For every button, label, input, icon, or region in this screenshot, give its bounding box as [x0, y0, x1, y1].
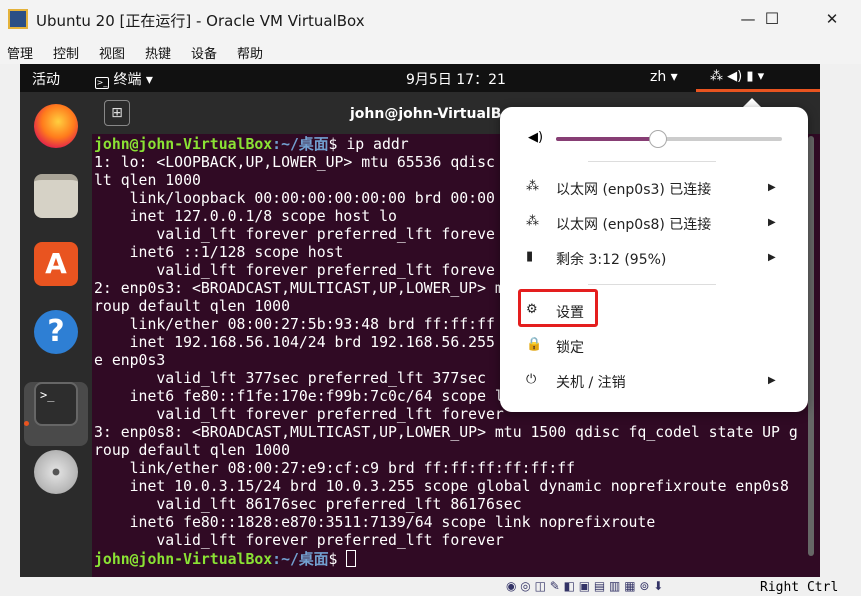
- system-menu: ◀) ⁂ 以太网 (enp0s3) 已连接 ▶ ⁂ 以太网 (enp0s8) 已…: [500, 107, 808, 412]
- new-tab-button[interactable]: ⊞: [104, 100, 130, 126]
- close-button[interactable]: ✕: [812, 6, 852, 32]
- window-title: Ubuntu 20 [正在运行] - Oracle VM VirtualBox: [36, 12, 365, 30]
- menu-view[interactable]: 视图: [99, 43, 125, 62]
- battery-icon: ▮: [526, 249, 534, 264]
- terminal-output-line: inet6 fe80::1828:e870:3511:7139/64 scope…: [94, 514, 656, 531]
- prompt-path: :~/桌面: [272, 551, 329, 568]
- terminal-icon: >_: [95, 77, 109, 89]
- window-titlebar: Ubuntu 20 [正在运行] - Oracle VM VirtualBox …: [0, 0, 861, 38]
- system-tray[interactable]: ⁂ ◀) ▮ ▾: [710, 69, 764, 84]
- speaker-icon: ◀): [528, 130, 544, 145]
- vbox-statusbar: ◉ ◎ ◫ ✎ ◧ ▣ ▤ ▥ ▦ ⊚ ⬇ Right Ctrl: [0, 577, 861, 596]
- prompt-user: john@john-VirtualBox: [94, 551, 273, 568]
- terminal-output-line: valid_lft 86176sec preferred_lft 86176se…: [94, 496, 522, 513]
- terminal-app-menu[interactable]: >_ 终端 ▾: [95, 69, 153, 89]
- prompt-command: $ ip addr: [328, 136, 409, 153]
- volume-slider[interactable]: [556, 130, 782, 148]
- prompt-user: john@john-VirtualBox: [94, 136, 273, 153]
- running-indicator: [24, 421, 29, 426]
- host-key-label: Right Ctrl: [760, 580, 839, 595]
- terminal-scrollbar[interactable]: [808, 136, 814, 556]
- submenu-arrow-icon: ▶: [768, 252, 776, 263]
- terminal-cursor: [346, 550, 357, 567]
- clock[interactable]: 9月5日 17：21: [406, 69, 506, 89]
- terminal-output-line: link/ether 08:00:27:e9:cf:c9 brd ff:ff:f…: [94, 460, 576, 477]
- terminal-output-line: 3: enp0s8: <BROADCAST,MULTICAST,UP,LOWER…: [94, 424, 798, 441]
- terminal-output-line: inet 10.0.3.15/24 brd 10.0.3.255 scope g…: [94, 478, 789, 495]
- menubar: 管理 控制 视图 热键 设备 帮助: [0, 38, 861, 64]
- menu-manage[interactable]: 管理: [7, 43, 33, 62]
- submenu-arrow-icon: ▶: [768, 217, 776, 228]
- optical-disc-icon[interactable]: [34, 450, 78, 494]
- network-wired-icon: ⁂: [526, 214, 539, 229]
- menu-hotkey[interactable]: 热键: [145, 43, 171, 62]
- virtualbox-icon: [8, 9, 28, 29]
- menu-help[interactable]: 帮助: [237, 43, 263, 62]
- menu-item-label: 锁定: [556, 340, 584, 356]
- submenu-arrow-icon: ▶: [768, 182, 776, 193]
- prompt-command: $: [328, 551, 347, 568]
- files-icon[interactable]: [34, 174, 78, 218]
- settings-highlight-box: [518, 289, 598, 327]
- menu-item-label: 以太网 (enp0s3) 已连接: [556, 182, 712, 198]
- terminal-dock-icon[interactable]: >_: [34, 382, 78, 426]
- menu-control[interactable]: 控制: [53, 43, 79, 62]
- menu-devices[interactable]: 设备: [191, 43, 217, 62]
- help-icon[interactable]: ?: [34, 310, 78, 354]
- submenu-arrow-icon: ▶: [768, 375, 776, 386]
- terminal-title: john@john-VirtualBo: [350, 106, 511, 122]
- input-method[interactable]: zh ▾: [650, 69, 678, 85]
- terminal-prompt-line: john@john-VirtualBox:~/桌面$: [94, 550, 814, 569]
- firefox-icon[interactable]: [34, 104, 78, 148]
- app-menu-label: 终端 ▾: [113, 72, 153, 88]
- menu-separator: [588, 161, 716, 162]
- power-icon: ⏻: [526, 372, 537, 387]
- software-center-icon[interactable]: A: [34, 242, 78, 286]
- menu-separator: [588, 284, 716, 285]
- lock-icon: 🔒: [526, 337, 543, 352]
- network-wired-icon: ⁂: [526, 179, 539, 194]
- activities-button[interactable]: 活动: [32, 69, 60, 89]
- prompt-path: :~/桌面: [272, 136, 329, 153]
- volume-level: [556, 137, 658, 141]
- menu-item-label: 以太网 (enp0s8) 已连接: [556, 217, 712, 233]
- terminal-output-line: valid_lft forever preferred_lft forever: [94, 532, 504, 549]
- dock: A ? >_: [20, 92, 92, 577]
- volume-slider-handle[interactable]: [648, 130, 667, 148]
- device-status-icons[interactable]: ◉ ◎ ◫ ✎ ◧ ▣ ▤ ▥ ▦ ⊚ ⬇: [506, 579, 663, 593]
- gnome-topbar: 活动 >_ 终端 ▾ 9月5日 17：21 zh ▾ ⁂ ◀) ▮ ▾: [20, 64, 820, 92]
- menu-item-label: 关机 / 注销: [556, 375, 626, 391]
- host-background: [820, 64, 861, 577]
- terminal-output-line: roup default qlen 1000: [94, 442, 290, 459]
- maximize-button[interactable]: ☐: [752, 6, 792, 32]
- menu-item-label: 剩余 3:12 (95%): [556, 252, 667, 268]
